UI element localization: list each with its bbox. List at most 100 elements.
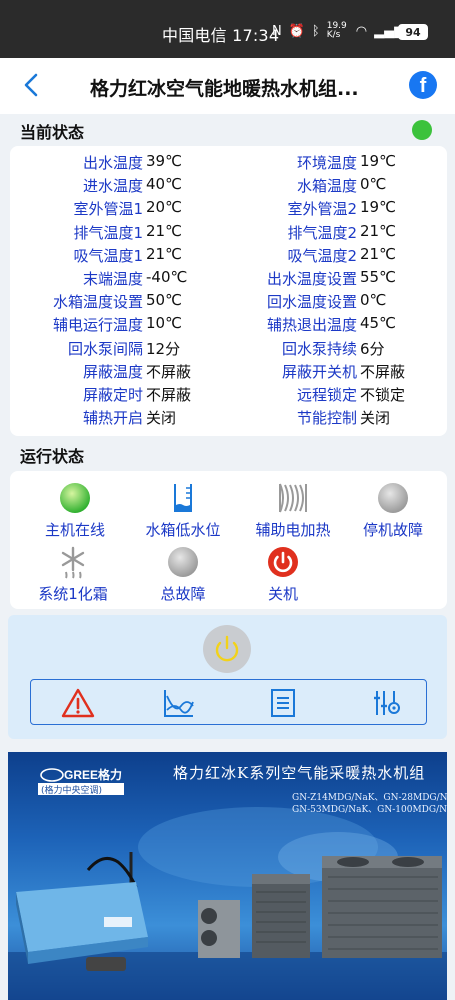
status-label: 停机故障 xyxy=(362,521,423,539)
param-row: 吸气温度1 21℃ 吸气温度2 21℃ xyxy=(10,245,447,268)
function-toolbar xyxy=(30,679,427,725)
param-label: 排气温度1 xyxy=(73,223,143,242)
parameters-card: 出水温度 39℃ 环境温度 19℃ 进水温度 40℃ 水箱温度 0℃ 室外管温1 20℃ 室外管温2… xyxy=(10,146,447,436)
param-value: 19℃ xyxy=(360,198,396,217)
product-banner[interactable]: GREE格力 (格力中央空调) 格力红冰K系列空气能采暖热水机组 GN-Z14M… xyxy=(8,752,447,1000)
param-value: 10℃ xyxy=(146,314,182,333)
power-off-icon xyxy=(268,547,298,577)
param-value: 40℃ xyxy=(146,175,182,194)
gray-circle-icon xyxy=(168,547,198,577)
param-value: 关闭 xyxy=(146,409,177,428)
param-label: 排气温度2 xyxy=(287,223,357,242)
status-shutdown-fault: 停机故障 xyxy=(338,481,448,540)
carrier-time: 中国电信 17:34 xyxy=(162,26,280,45)
param-label: 屏蔽开关机 xyxy=(281,362,357,381)
green-circle-icon xyxy=(60,483,90,513)
param-row: 回水泵间隔 12分 回水泵持续 6分 xyxy=(10,338,447,361)
heater-icon xyxy=(279,483,307,513)
system-status-bar: 中国电信 17:34 N ⏰ ᛒ 19.9 K/s ◠ ▂▄▆ 94 xyxy=(0,0,455,58)
status-low-water: 水箱低水位 xyxy=(128,481,238,540)
param-label: 出水温度设置 xyxy=(266,270,357,288)
param-label: 进水温度 xyxy=(82,177,143,196)
param-value: 21℃ xyxy=(146,244,182,263)
svg-text:(格力中央空调): (格力中央空调) xyxy=(41,784,102,796)
param-value: 不屏蔽 xyxy=(146,362,192,381)
param-row: 进水温度 40℃ 水箱温度 0℃ xyxy=(10,175,447,198)
wifi-icon: ◠ xyxy=(355,23,368,39)
param-label: 环境温度 xyxy=(296,154,357,172)
alarm-clock-icon: ⏰ xyxy=(288,23,305,39)
online-indicator xyxy=(412,120,432,140)
battery-icon: 94 xyxy=(398,24,428,40)
running-status-card: 主机在线 水箱低水位 辅助电加热 停机故障 系统1化霜 总故障 关机 xyxy=(10,471,447,609)
svg-text:GREE格力: GREE格力 xyxy=(64,767,122,782)
status-aux-heater: 辅助电加热 xyxy=(238,481,348,540)
param-value: -40℃ xyxy=(146,268,188,286)
param-label: 回水泵间隔 xyxy=(67,339,143,358)
status-label: 水箱低水位 xyxy=(145,521,221,539)
list-icon xyxy=(271,689,295,717)
gray-circle-icon xyxy=(378,483,408,513)
param-label: 节能控制 xyxy=(296,409,357,428)
param-label: 水箱温度设置 xyxy=(52,293,143,312)
status-label: 总故障 xyxy=(160,585,206,603)
param-label: 辅热退出温度 xyxy=(266,316,357,335)
param-label: 屏蔽定时 xyxy=(82,386,143,404)
current-status-title: 当前状态 xyxy=(20,123,85,142)
settings-sliders-icon xyxy=(374,691,400,715)
status-label: 辅助电加热 xyxy=(255,521,331,539)
back-button[interactable] xyxy=(22,72,46,100)
param-value: 不锁定 xyxy=(360,386,406,404)
param-row: 水箱温度设置 50℃ 回水温度设置 0℃ xyxy=(10,291,447,314)
bluetooth-icon: ᛒ xyxy=(311,23,320,39)
battery-level: 94 xyxy=(405,25,421,39)
power-button[interactable] xyxy=(203,625,251,673)
param-row: 辅电运行温度 10℃ 辅热退出温度 45℃ xyxy=(10,314,447,337)
curve-chart-icon xyxy=(164,690,194,717)
param-row: 排气温度1 21℃ 排气温度2 21℃ xyxy=(10,222,447,245)
param-value: 不屏蔽 xyxy=(360,362,406,381)
list-button[interactable] xyxy=(269,688,301,718)
status-label: 关机 xyxy=(267,585,298,603)
chevron-left-icon xyxy=(24,73,38,97)
status-general-fault: 总故障 xyxy=(128,545,238,604)
alarm-button[interactable] xyxy=(61,688,95,718)
nfc-icon: N xyxy=(272,23,282,39)
param-label: 吸气温度1 xyxy=(73,246,143,265)
water-level-icon xyxy=(174,484,192,512)
param-value: 39℃ xyxy=(146,152,182,170)
control-panel xyxy=(8,615,447,739)
param-value: 6分 xyxy=(360,339,385,358)
param-label: 出水温度 xyxy=(82,154,143,172)
param-label: 末端温度 xyxy=(82,270,143,288)
param-value: 21℃ xyxy=(360,244,396,263)
param-label: 吸气温度2 xyxy=(287,246,357,265)
param-label: 回水泵持续 xyxy=(281,339,357,358)
param-value: 21℃ xyxy=(146,221,182,240)
net-speed: 19.9 K/s xyxy=(326,21,347,40)
model-list-2: GN-53MDG/NaK、GN-100MDG/NaK xyxy=(292,805,447,815)
power-icon xyxy=(215,635,239,662)
param-label: 屏蔽温度 xyxy=(82,362,143,381)
param-value: 12分 xyxy=(146,339,181,358)
param-label: 水箱温度 xyxy=(296,177,357,196)
gree-logo: GREE格力 (格力中央空调) xyxy=(38,766,124,796)
param-value: 55℃ xyxy=(360,268,396,286)
facebook-share-button[interactable]: f xyxy=(409,71,437,99)
settings-button[interactable] xyxy=(371,688,403,718)
param-value: 45℃ xyxy=(360,314,396,333)
param-value: 20℃ xyxy=(146,198,182,217)
param-row: 室外管温1 20℃ 室外管温2 19℃ xyxy=(10,198,447,221)
param-row: 屏蔽定时 不屏蔽 远程锁定 不锁定 xyxy=(10,384,447,407)
status-power-off: 关机 xyxy=(228,545,338,604)
param-label: 辅热开启 xyxy=(82,409,143,428)
curve-button[interactable] xyxy=(163,688,195,718)
param-row: 末端温度 -40℃ 出水温度设置 55℃ xyxy=(10,268,447,291)
param-row: 辅热开启 关闭 节能控制 关闭 xyxy=(10,407,447,430)
status-defrost: 系统1化霜 xyxy=(18,545,128,604)
param-label: 回水温度设置 xyxy=(266,293,357,312)
param-value: 19℃ xyxy=(360,152,396,170)
param-value: 0℃ xyxy=(360,175,387,194)
alarm-icon xyxy=(61,688,95,718)
param-value: 不屏蔽 xyxy=(146,386,192,404)
